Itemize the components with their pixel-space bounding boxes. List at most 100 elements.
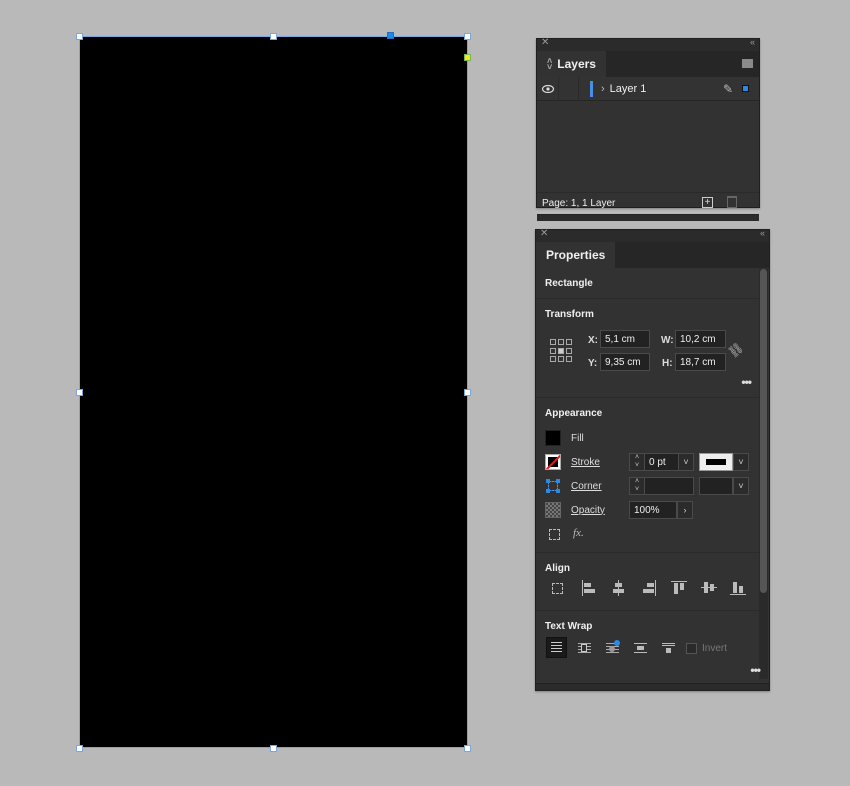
tab-bar: ˄ ˅ Layers: [537, 51, 759, 77]
page-layer-status: Page: 1, 1 Layer: [542, 198, 616, 209]
jump-object-icon[interactable]: [631, 639, 649, 657]
panel-topbar: ✕ ‹‹: [537, 37, 759, 51]
opacity-slider-toggle[interactable]: ›: [677, 501, 693, 519]
close-icon[interactable]: ✕: [540, 228, 548, 239]
opacity-row: Opacity: [545, 502, 605, 518]
h-field[interactable]: 18,7 cm: [675, 353, 726, 371]
stroke-label[interactable]: Stroke: [571, 457, 600, 468]
fill-swatch[interactable]: [545, 430, 561, 446]
panel-menu-icon[interactable]: [742, 59, 753, 68]
align-horizontal-center-icon[interactable]: [610, 579, 628, 597]
jump-to-next-column-icon[interactable]: [659, 639, 677, 657]
handle-top-right[interactable]: [464, 33, 471, 40]
pen-icon: ✎: [722, 82, 733, 96]
tab-properties[interactable]: Properties: [536, 242, 616, 268]
new-layer-icon[interactable]: +: [702, 197, 713, 208]
object-type-label: Rectangle: [545, 278, 593, 289]
constrain-proportions-icon[interactable]: ⛓: [725, 340, 746, 361]
fill-label: Fill: [571, 432, 584, 444]
object-type-section: Rectangle: [536, 268, 759, 299]
live-corner-handle[interactable]: [464, 54, 471, 61]
align-title: Align: [545, 563, 570, 574]
corner-label[interactable]: Corner: [571, 481, 602, 492]
transform-section: Transform X: 5,1 cm Y: 9,35 cm W: 10,2 c…: [536, 299, 759, 398]
collapse-icon[interactable]: ‹‹: [760, 228, 765, 238]
w-label: W:: [661, 335, 674, 346]
resize-gripper[interactable]: [537, 214, 759, 221]
handle-middle-left[interactable]: [76, 389, 83, 396]
align-left-icon[interactable]: [580, 579, 598, 597]
updown-icon: ˄ ˅: [547, 56, 553, 72]
wrap-around-bounding-box-icon[interactable]: [575, 639, 593, 657]
corner-row: Corner: [545, 478, 602, 494]
scrollbar[interactable]: [759, 269, 768, 679]
x-field[interactable]: 5,1 cm: [600, 330, 650, 348]
no-text-wrap-icon[interactable]: [546, 637, 567, 658]
stroke-swatch[interactable]: [545, 454, 561, 470]
handle-top-middle[interactable]: [270, 33, 277, 40]
reference-point-icon[interactable]: [550, 339, 574, 363]
frame-fitting-icon[interactable]: [549, 529, 560, 540]
layer-row[interactable]: › Layer 1 ✎: [537, 76, 759, 101]
corner-size-field[interactable]: [644, 477, 694, 495]
resize-gripper[interactable]: [536, 683, 769, 690]
align-right-icon[interactable]: [640, 579, 658, 597]
tab-label: Layers: [557, 57, 596, 71]
opacity-label[interactable]: Opacity: [571, 505, 605, 516]
tab-layers[interactable]: ˄ ˅ Layers: [537, 51, 606, 77]
properties-panel: ✕ ‹‹ Properties Rectangle Transform X: 5…: [535, 228, 770, 691]
y-label: Y:: [588, 358, 598, 369]
handle-bottom-right[interactable]: [464, 745, 471, 752]
text-wrap-section: Text Wrap Invert •••: [536, 611, 761, 683]
more-options-icon[interactable]: •••: [741, 375, 752, 389]
opacity-field[interactable]: 100%: [629, 501, 677, 519]
eye-icon[interactable]: [537, 76, 559, 101]
selection-indicator[interactable]: [742, 85, 749, 92]
stroke-type-swatch[interactable]: [699, 453, 733, 471]
stroke-weight-dropdown[interactable]: ˅: [678, 453, 694, 471]
w-field[interactable]: 10,2 cm: [675, 330, 726, 348]
more-options-icon[interactable]: •••: [750, 663, 761, 677]
align-top-icon[interactable]: [670, 579, 688, 597]
corner-shape-field[interactable]: [699, 477, 733, 495]
handle-bottom-middle[interactable]: [270, 745, 277, 752]
x-label: X:: [588, 335, 598, 346]
lock-toggle[interactable]: [559, 76, 579, 101]
corner-shape-dropdown[interactable]: ˅: [733, 477, 749, 495]
invert-label: Invert: [702, 643, 728, 654]
align-section: Align: [536, 553, 759, 611]
align-vertical-center-icon[interactable]: [700, 579, 718, 597]
handle-middle-right[interactable]: [464, 389, 471, 396]
selected-rectangle[interactable]: [79, 36, 468, 748]
stroke-weight-field[interactable]: 0 pt: [644, 453, 679, 471]
transform-title: Transform: [545, 309, 594, 320]
wrap-around-object-shape-icon[interactable]: [603, 639, 621, 657]
align-bottom-icon[interactable]: [729, 579, 747, 597]
fill-row: Fill: [545, 430, 584, 446]
stroke-weight-stepper[interactable]: ˄ ˅: [629, 453, 645, 471]
handle-content-grabber[interactable]: [387, 32, 394, 39]
opacity-icon: [545, 502, 561, 518]
trash-icon[interactable]: [727, 196, 737, 208]
handle-top-left[interactable]: [76, 33, 83, 40]
tab-label: Properties: [546, 248, 606, 262]
align-to-selection-icon[interactable]: [548, 579, 566, 597]
layers-list-empty: [537, 101, 759, 192]
text-wrap-title: Text Wrap: [545, 621, 593, 632]
chevron-right-icon[interactable]: ›: [601, 83, 605, 95]
corner-size-stepper[interactable]: ˄ ˅: [629, 477, 645, 495]
collapse-icon[interactable]: ‹‹: [750, 37, 755, 47]
stroke-type-dropdown[interactable]: ˅: [733, 453, 749, 471]
close-icon[interactable]: ✕: [541, 37, 549, 48]
layers-footer: Page: 1, 1 Layer +: [537, 192, 759, 214]
fx-icon[interactable]: fx.: [573, 527, 584, 539]
stroke-row: Stroke: [545, 454, 600, 470]
tab-bar: Properties: [536, 242, 769, 268]
corner-icon[interactable]: [545, 478, 561, 494]
y-field[interactable]: 9,35 cm: [600, 353, 650, 371]
invert-checkbox[interactable]: [686, 643, 697, 654]
handle-bottom-left[interactable]: [76, 745, 83, 752]
layer-name[interactable]: Layer 1: [610, 83, 647, 95]
scrollbar-thumb[interactable]: [760, 269, 767, 593]
panel-topbar: ✕ ‹‹: [536, 228, 769, 242]
